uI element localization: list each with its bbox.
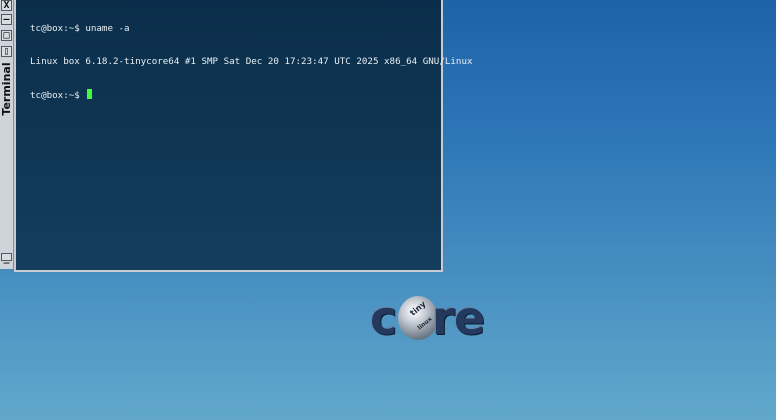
terminal-cursor bbox=[87, 89, 93, 99]
terminal-line: Linux box 6.18.2-tinycore64 #1 SMP Sat D… bbox=[30, 56, 473, 67]
desktop: X — □ ▯ Terminal _ tc@box:~$ uname -a Li… bbox=[0, 0, 776, 420]
minimize-icon: — bbox=[3, 14, 10, 25]
close-button[interactable]: X bbox=[1, 0, 12, 11]
tinycore-logo: c tiny linux r e bbox=[368, 292, 492, 348]
logo-letter-e: e bbox=[454, 291, 486, 345]
terminal-line: tc@box:~$ uname -a bbox=[30, 23, 130, 34]
logo-letter-c: c bbox=[370, 291, 398, 345]
iconify-icon: _ bbox=[3, 253, 10, 264]
window-title: Terminal bbox=[0, 62, 13, 116]
maximize-icon: □ bbox=[3, 30, 10, 41]
window-titlebar[interactable]: X — □ ▯ Terminal _ bbox=[0, 0, 14, 269]
minimize-button[interactable]: — bbox=[1, 14, 12, 25]
terminal-output[interactable]: tc@box:~$ uname -a Linux box 6.18.2-tiny… bbox=[14, 0, 473, 272]
close-icon: X bbox=[3, 0, 10, 11]
terminal-prompt-line[interactable]: tc@box:~$ bbox=[30, 89, 441, 101]
iconify-button[interactable]: _ bbox=[1, 253, 12, 264]
logo-letter-r: r bbox=[432, 291, 455, 345]
terminal-window[interactable]: X — □ ▯ Terminal _ tc@box:~$ uname -a Li… bbox=[0, 0, 473, 272]
terminal-prompt: tc@box:~$ bbox=[30, 90, 86, 101]
maximize-button[interactable]: □ bbox=[1, 30, 12, 41]
